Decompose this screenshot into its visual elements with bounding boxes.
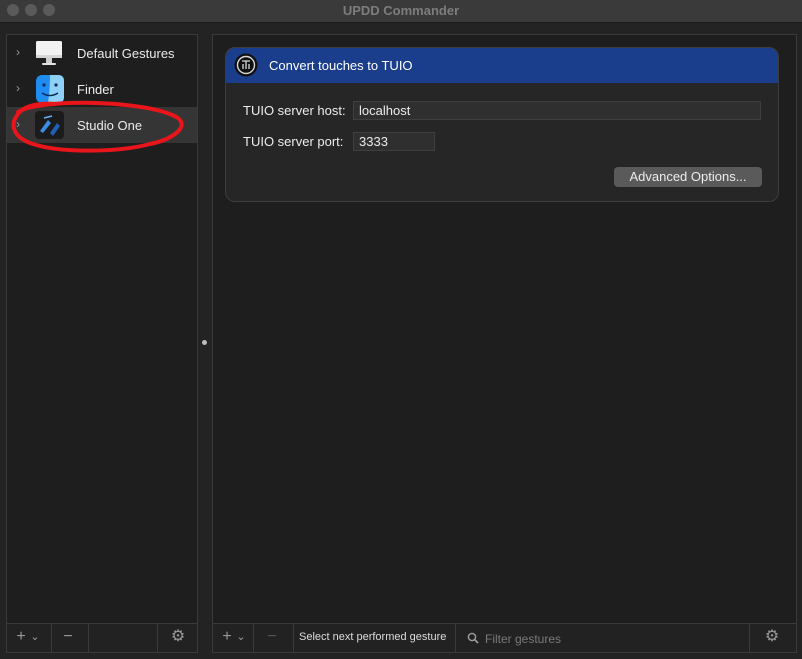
sidebar-item-label: Studio One [77, 118, 143, 133]
search-icon [467, 632, 479, 644]
toolbar-divider [455, 624, 456, 652]
chevron-right-icon[interactable]: › [16, 45, 20, 59]
add-menu-chevron-icon[interactable]: ⌄ [235, 624, 247, 652]
gestures-panel: Convert touches to TUIO TUIO server host… [212, 34, 797, 653]
tuio-icon [234, 53, 258, 77]
select-next-gesture-button[interactable]: Select next performed gesture [299, 631, 446, 643]
sidebar-item-label: Default Gestures [77, 46, 175, 61]
split-view-handle[interactable] [202, 340, 207, 345]
card-header: Convert touches to TUIO [226, 48, 778, 83]
tuio-port-input[interactable] [353, 132, 435, 151]
filter-gestures-field[interactable] [459, 624, 749, 652]
sidebar-item-studio-one[interactable]: › Studio One [7, 107, 197, 143]
port-label: TUIO server port: [243, 134, 344, 149]
gesture-action-card: Convert touches to TUIO TUIO server host… [225, 47, 779, 202]
remove-application-button[interactable]: − [57, 624, 79, 652]
toolbar-divider [293, 624, 294, 652]
gear-icon[interactable]: ⚙ [761, 624, 783, 652]
sidebar-item-default-gestures[interactable]: › Default Gestures [7, 35, 197, 71]
tuio-host-input[interactable] [353, 101, 761, 120]
monitor-icon [36, 41, 62, 65]
toolbar-divider [157, 624, 158, 652]
advanced-options-button[interactable]: Advanced Options... [614, 167, 762, 187]
toolbar-divider [749, 624, 750, 652]
host-label: TUIO server host: [243, 103, 346, 118]
sidebar-item-finder[interactable]: › Finder [7, 71, 197, 107]
add-application-button[interactable]: + [13, 624, 29, 652]
finder-icon [36, 75, 64, 103]
add-menu-chevron-icon[interactable]: ⌄ [29, 624, 41, 652]
toolbar-divider [88, 624, 89, 652]
applications-sidebar: › Default Gestures › Finder › Studio One… [6, 34, 198, 653]
toolbar-divider [51, 624, 52, 652]
title-bar: UPDD Commander [0, 0, 802, 23]
remove-gesture-button[interactable]: − [261, 624, 283, 652]
filter-gestures-input[interactable] [483, 628, 747, 649]
gear-icon[interactable]: ⚙ [167, 624, 189, 652]
chevron-right-icon[interactable]: › [16, 81, 20, 95]
window-title: UPDD Commander [342, 3, 460, 18]
studio-one-icon [35, 111, 64, 139]
toolbar-divider [253, 624, 254, 652]
sidebar-item-label: Finder [77, 82, 114, 97]
sidebar-bottom-toolbar: + ⌄ − ⚙ [7, 623, 197, 652]
gestures-bottom-toolbar: + ⌄ − Select next performed gesture ⚙ [213, 623, 796, 652]
chevron-right-icon[interactable]: › [16, 117, 20, 131]
add-gesture-button[interactable]: + [219, 624, 235, 652]
application-list: › Default Gestures › Finder › Studio One [7, 35, 197, 624]
card-title: Convert touches to TUIO [269, 58, 413, 73]
